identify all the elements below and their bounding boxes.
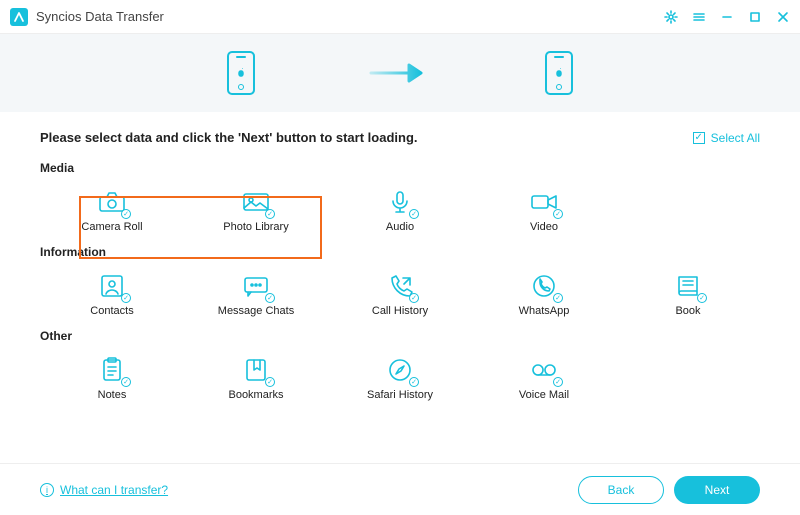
item-label: Voice Mail [519, 389, 569, 401]
item-contacts[interactable]: Contacts [40, 267, 184, 323]
item-label: Safari History [367, 389, 433, 401]
maximize-icon[interactable] [748, 10, 762, 24]
item-label: Notes [98, 389, 127, 401]
source-phone-icon [227, 51, 255, 95]
item-audio[interactable]: Audio [328, 183, 472, 239]
app-title: Syncios Data Transfer [36, 9, 664, 24]
help-link[interactable]: i What can I transfer? [40, 483, 168, 497]
item-video[interactable]: Video [472, 183, 616, 239]
item-label: Video [530, 221, 558, 233]
instruction-text: Please select data and click the 'Next' … [40, 130, 418, 145]
menu-icon[interactable] [692, 10, 706, 24]
section-information-label: Information [40, 245, 760, 259]
info-icon: i [40, 483, 54, 497]
item-label: Camera Roll [81, 221, 142, 233]
help-link-text: What can I transfer? [60, 483, 168, 497]
item-book[interactable]: Book [616, 267, 760, 323]
item-label: Bookmarks [228, 389, 283, 401]
next-button[interactable]: Next [674, 476, 760, 504]
item-message-chats[interactable]: Message Chats [184, 267, 328, 323]
item-label: Contacts [90, 305, 133, 317]
item-label: Call History [372, 305, 428, 317]
item-notes[interactable]: Notes [40, 351, 184, 407]
item-photo-library[interactable]: Photo Library [184, 183, 328, 239]
transfer-banner [0, 34, 800, 112]
item-camera-roll[interactable]: Camera Roll [40, 183, 184, 239]
section-media-label: Media [40, 161, 760, 175]
other-grid: Notes Bookmarks Safari History Voice Mai… [40, 351, 760, 407]
item-label: Audio [386, 221, 414, 233]
minimize-icon[interactable] [720, 10, 734, 24]
back-button[interactable]: Back [578, 476, 664, 504]
item-voice-mail[interactable]: Voice Mail [472, 351, 616, 407]
information-grid: Contacts Message Chats Call History What… [40, 267, 760, 323]
close-icon[interactable] [776, 10, 790, 24]
item-label: Photo Library [223, 221, 288, 233]
item-label: WhatsApp [519, 305, 570, 317]
item-whatsapp[interactable]: WhatsApp [472, 267, 616, 323]
item-safari-history[interactable]: Safari History [328, 351, 472, 407]
media-grid: Camera Roll Photo Library Audio Video [40, 183, 760, 239]
item-bookmarks[interactable]: Bookmarks [184, 351, 328, 407]
select-all-checkbox[interactable] [693, 132, 705, 144]
app-logo [10, 8, 28, 26]
section-other-label: Other [40, 329, 760, 343]
arrow-right-icon [365, 61, 435, 85]
settings-icon[interactable] [664, 10, 678, 24]
titlebar: Syncios Data Transfer [0, 0, 800, 34]
target-phone-icon [545, 51, 573, 95]
select-all-toggle[interactable]: Select All [693, 131, 760, 145]
content-area: Please select data and click the 'Next' … [0, 112, 800, 407]
footer: i What can I transfer? Back Next [0, 463, 800, 515]
item-label: Book [675, 305, 700, 317]
item-call-history[interactable]: Call History [328, 267, 472, 323]
select-all-label: Select All [711, 131, 760, 145]
item-label: Message Chats [218, 305, 294, 317]
